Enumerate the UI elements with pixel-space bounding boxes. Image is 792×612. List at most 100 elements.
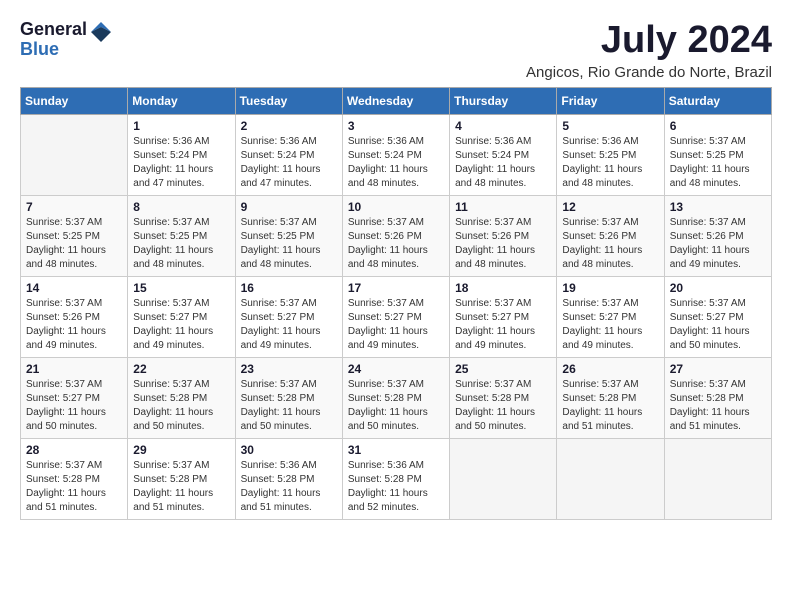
- day-info: Sunrise: 5:36 AM Sunset: 5:24 PM Dayligh…: [348, 135, 444, 191]
- day-number: 17: [348, 281, 444, 295]
- logo-general: General: [20, 20, 87, 40]
- day-info: Sunrise: 5:37 AM Sunset: 5:28 PM Dayligh…: [133, 459, 229, 515]
- day-number: 20: [670, 281, 766, 295]
- calendar-cell: 20 Sunrise: 5:37 AM Sunset: 5:27 PM Dayli…: [664, 276, 771, 357]
- calendar-table: SundayMondayTuesdayWednesdayThursdayFrid…: [20, 87, 772, 520]
- day-number: 25: [455, 362, 551, 376]
- location-title: Angicos, Rio Grande do Norte, Brazil: [526, 64, 772, 81]
- calendar-cell: 24Sunrise: 5:37 AM Sunset: 5:28 PM Dayli…: [342, 357, 449, 438]
- calendar-cell: [450, 438, 557, 519]
- day-info: Sunrise: 5:36 AM Sunset: 5:24 PM Dayligh…: [241, 135, 337, 191]
- day-info: Sunrise: 5:37 AM Sunset: 5:27 PM Dayligh…: [241, 297, 337, 353]
- day-info: Sunrise: 5:37 AM Sunset: 5:28 PM Dayligh…: [455, 378, 551, 434]
- calendar-cell: 26 Sunrise: 5:37 AM Sunset: 5:28 PM Dayli…: [557, 357, 664, 438]
- calendar-cell: 17 Sunrise: 5:37 AM Sunset: 5:27 PM Dayli…: [342, 276, 449, 357]
- day-info: Sunrise: 5:36 AM Sunset: 5:28 PM Dayligh…: [348, 459, 444, 515]
- day-info: Sunrise: 5:36 AM Sunset: 5:24 PM Dayligh…: [455, 135, 551, 191]
- day-number: 21: [26, 362, 122, 376]
- day-number: 23: [241, 362, 337, 376]
- calendar-cell: 15 Sunrise: 5:37 AM Sunset: 5:27 PM Dayli…: [128, 276, 235, 357]
- calendar-cell: 1 Sunrise: 5:36 AM Sunset: 5:24 PM Daylig…: [128, 114, 235, 195]
- calendar-cell: 7Sunrise: 5:37 AM Sunset: 5:25 PM Daylig…: [21, 195, 128, 276]
- day-info: Sunrise: 5:37 AM Sunset: 5:25 PM Dayligh…: [133, 216, 229, 272]
- day-number: 2: [241, 119, 337, 133]
- day-number: 18: [455, 281, 551, 295]
- calendar-cell: 5 Sunrise: 5:36 AM Sunset: 5:25 PM Daylig…: [557, 114, 664, 195]
- calendar-cell: 30 Sunrise: 5:36 AM Sunset: 5:28 PM Dayli…: [235, 438, 342, 519]
- day-info: Sunrise: 5:37 AM Sunset: 5:27 PM Dayligh…: [348, 297, 444, 353]
- calendar-cell: 19Sunrise: 5:37 AM Sunset: 5:27 PM Dayli…: [557, 276, 664, 357]
- day-number: 29: [133, 443, 229, 457]
- day-number: 24: [348, 362, 444, 376]
- day-number: 10: [348, 200, 444, 214]
- month-title: July 2024: [526, 20, 772, 62]
- calendar-cell: 31 Sunrise: 5:36 AM Sunset: 5:28 PM Dayli…: [342, 438, 449, 519]
- calendar-cell: 10 Sunrise: 5:37 AM Sunset: 5:26 PM Dayli…: [342, 195, 449, 276]
- day-info: Sunrise: 5:37 AM Sunset: 5:25 PM Dayligh…: [670, 135, 766, 191]
- calendar-cell: 9 Sunrise: 5:37 AM Sunset: 5:25 PM Daylig…: [235, 195, 342, 276]
- day-info: Sunrise: 5:37 AM Sunset: 5:27 PM Dayligh…: [670, 297, 766, 353]
- day-info: Sunrise: 5:37 AM Sunset: 5:25 PM Dayligh…: [241, 216, 337, 272]
- day-info: Sunrise: 5:37 AM Sunset: 5:27 PM Dayligh…: [133, 297, 229, 353]
- calendar-cell: 6 Sunrise: 5:37 AM Sunset: 5:25 PM Daylig…: [664, 114, 771, 195]
- calendar-cell: 2 Sunrise: 5:36 AM Sunset: 5:24 PM Daylig…: [235, 114, 342, 195]
- calendar-cell: [557, 438, 664, 519]
- day-number: 3: [348, 119, 444, 133]
- day-number: 31: [348, 443, 444, 457]
- day-info: Sunrise: 5:37 AM Sunset: 5:26 PM Dayligh…: [455, 216, 551, 272]
- header-wednesday: Wednesday: [342, 87, 449, 114]
- day-number: 13: [670, 200, 766, 214]
- day-info: Sunrise: 5:37 AM Sunset: 5:26 PM Dayligh…: [348, 216, 444, 272]
- day-info: Sunrise: 5:36 AM Sunset: 5:24 PM Dayligh…: [133, 135, 229, 191]
- header-tuesday: Tuesday: [235, 87, 342, 114]
- logo: General Blue: [20, 20, 111, 60]
- day-number: 7: [26, 200, 122, 214]
- day-number: 27: [670, 362, 766, 376]
- calendar-cell: [21, 114, 128, 195]
- day-info: Sunrise: 5:37 AM Sunset: 5:27 PM Dayligh…: [562, 297, 658, 353]
- calendar-cell: 13 Sunrise: 5:37 AM Sunset: 5:26 PM Dayli…: [664, 195, 771, 276]
- day-number: 1: [133, 119, 229, 133]
- day-info: Sunrise: 5:37 AM Sunset: 5:28 PM Dayligh…: [670, 378, 766, 434]
- day-number: 14: [26, 281, 122, 295]
- day-info: Sunrise: 5:37 AM Sunset: 5:26 PM Dayligh…: [26, 297, 122, 353]
- week-row-4: 21 Sunrise: 5:37 AM Sunset: 5:27 PM Dayli…: [21, 357, 772, 438]
- calendar-cell: 23Sunrise: 5:37 AM Sunset: 5:28 PM Dayli…: [235, 357, 342, 438]
- week-row-1: 1 Sunrise: 5:36 AM Sunset: 5:24 PM Daylig…: [21, 114, 772, 195]
- calendar-cell: 27 Sunrise: 5:37 AM Sunset: 5:28 PM Dayli…: [664, 357, 771, 438]
- day-number: 6: [670, 119, 766, 133]
- calendar-cell: 16 Sunrise: 5:37 AM Sunset: 5:27 PM Dayli…: [235, 276, 342, 357]
- header-thursday: Thursday: [450, 87, 557, 114]
- calendar-cell: [664, 438, 771, 519]
- day-number: 12: [562, 200, 658, 214]
- calendar-cell: 14 Sunrise: 5:37 AM Sunset: 5:26 PM Dayli…: [21, 276, 128, 357]
- day-number: 15: [133, 281, 229, 295]
- day-info: Sunrise: 5:37 AM Sunset: 5:27 PM Dayligh…: [455, 297, 551, 353]
- header-friday: Friday: [557, 87, 664, 114]
- day-number: 22: [133, 362, 229, 376]
- day-number: 30: [241, 443, 337, 457]
- day-info: Sunrise: 5:36 AM Sunset: 5:28 PM Dayligh…: [241, 459, 337, 515]
- calendar-cell: 11Sunrise: 5:37 AM Sunset: 5:26 PM Dayli…: [450, 195, 557, 276]
- calendar-cell: 25 Sunrise: 5:37 AM Sunset: 5:28 PM Dayli…: [450, 357, 557, 438]
- day-number: 8: [133, 200, 229, 214]
- header-saturday: Saturday: [664, 87, 771, 114]
- calendar-cell: 22Sunrise: 5:37 AM Sunset: 5:28 PM Dayli…: [128, 357, 235, 438]
- day-number: 9: [241, 200, 337, 214]
- calendar-cell: 28Sunrise: 5:37 AM Sunset: 5:28 PM Dayli…: [21, 438, 128, 519]
- day-info: Sunrise: 5:37 AM Sunset: 5:27 PM Dayligh…: [26, 378, 122, 434]
- day-number: 16: [241, 281, 337, 295]
- day-number: 5: [562, 119, 658, 133]
- calendar-cell: 3 Sunrise: 5:36 AM Sunset: 5:24 PM Daylig…: [342, 114, 449, 195]
- day-number: 28: [26, 443, 122, 457]
- week-row-3: 14 Sunrise: 5:37 AM Sunset: 5:26 PM Dayli…: [21, 276, 772, 357]
- header: General Blue July 2024 Angicos, Rio Gran…: [20, 20, 772, 81]
- day-info: Sunrise: 5:36 AM Sunset: 5:25 PM Dayligh…: [562, 135, 658, 191]
- day-info: Sunrise: 5:37 AM Sunset: 5:26 PM Dayligh…: [670, 216, 766, 272]
- calendar-cell: 18 Sunrise: 5:37 AM Sunset: 5:27 PM Dayli…: [450, 276, 557, 357]
- calendar-cell: 4Sunrise: 5:36 AM Sunset: 5:24 PM Daylig…: [450, 114, 557, 195]
- day-number: 26: [562, 362, 658, 376]
- day-info: Sunrise: 5:37 AM Sunset: 5:28 PM Dayligh…: [562, 378, 658, 434]
- header-monday: Monday: [128, 87, 235, 114]
- day-info: Sunrise: 5:37 AM Sunset: 5:26 PM Dayligh…: [562, 216, 658, 272]
